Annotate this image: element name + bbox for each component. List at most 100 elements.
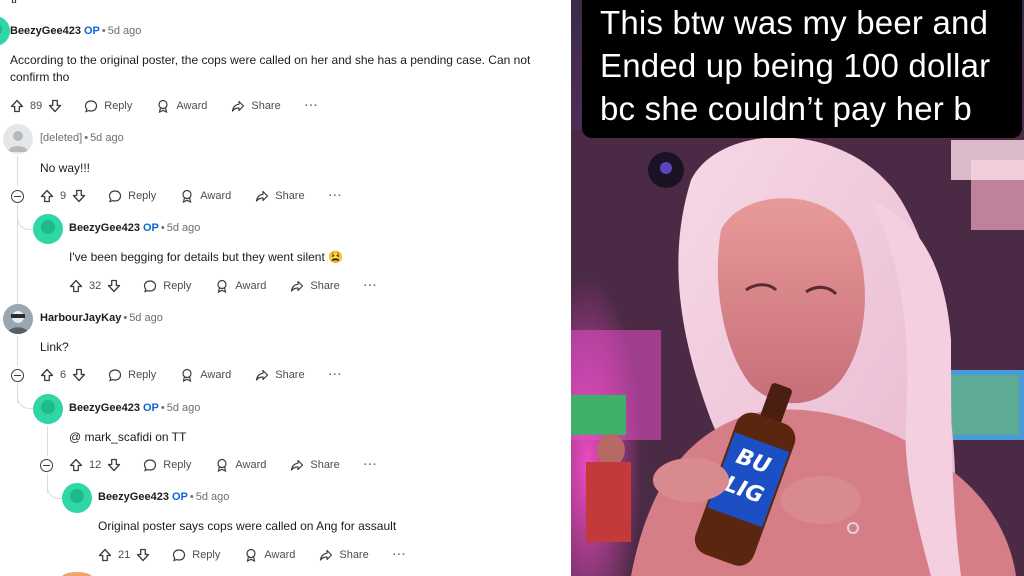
comment-time[interactable]: 5d ago: [129, 312, 163, 324]
more-options-button[interactable]: ···: [364, 459, 378, 471]
vote-count: 12: [89, 459, 102, 471]
video-screenshot: BU LIG This btw was my beer and Ended up…: [571, 0, 1024, 576]
reply-button[interactable]: Reply: [143, 279, 191, 293]
downvote-icon[interactable]: [107, 458, 121, 472]
upvote-icon[interactable]: [40, 368, 54, 382]
deleted-avatar[interactable]: [3, 124, 33, 154]
comment-body: @ mark_scafidi on TT: [69, 430, 187, 444]
share-icon: [319, 548, 333, 562]
award-button[interactable]: Award: [180, 189, 231, 203]
award-icon: [215, 458, 229, 472]
downvote-icon[interactable]: [48, 99, 62, 113]
thread-line: [17, 336, 18, 366]
comment-header: BeezyGee423 OP • 5d ago: [10, 24, 141, 38]
avatar[interactable]: [62, 572, 92, 576]
comment-time[interactable]: 5d ago: [108, 25, 142, 37]
collapse-thread-button[interactable]: [11, 190, 24, 203]
comment-time[interactable]: 5d ago: [90, 132, 124, 144]
reply-icon: [143, 279, 157, 293]
comment-time-separator: •: [189, 491, 194, 503]
comments-panel: BeezyGee423 OP • 5d ago According to the…: [0, 0, 571, 576]
vote-group: 6: [40, 368, 86, 382]
award-label: Award: [200, 369, 232, 381]
vote-group: 9: [40, 189, 86, 203]
avatar[interactable]: [62, 483, 92, 513]
comment-time[interactable]: 5d ago: [196, 491, 230, 503]
share-label: Share: [275, 190, 305, 202]
award-label: Award: [235, 459, 267, 471]
collapse-thread-button[interactable]: [40, 459, 53, 472]
share-button[interactable]: Share: [231, 99, 281, 113]
reply-label: Reply: [192, 549, 221, 561]
more-options-button[interactable]: ···: [329, 369, 343, 381]
downvote-icon[interactable]: [107, 279, 121, 293]
comment-time[interactable]: 5d ago: [167, 222, 201, 234]
comment-author[interactable]: BeezyGee423: [10, 25, 81, 37]
upvote-icon[interactable]: [40, 189, 54, 203]
comment-header: BeezyGee423 OP • 5d ago: [69, 401, 200, 415]
op-badge: OP: [142, 222, 159, 234]
upvote-icon[interactable]: [98, 548, 112, 562]
share-label: Share: [251, 100, 281, 112]
share-button[interactable]: Share: [255, 189, 305, 203]
reply-icon: [108, 189, 122, 203]
collapse-thread-button[interactable]: [11, 369, 24, 382]
reply-button[interactable]: Reply: [108, 368, 156, 382]
reply-button[interactable]: Reply: [143, 458, 191, 472]
award-label: Award: [235, 280, 267, 292]
cutoff-action-row: [6, 0, 66, 4]
upvote-icon[interactable]: [10, 99, 24, 113]
vote-count: 89: [30, 100, 43, 112]
op-badge: OP: [171, 491, 188, 503]
avatar[interactable]: [0, 16, 10, 46]
comment-time[interactable]: 5d ago: [167, 402, 201, 414]
award-button[interactable]: Award: [180, 368, 231, 382]
reply-label: Reply: [104, 100, 133, 112]
award-button[interactable]: Award: [244, 548, 295, 562]
upvote-icon[interactable]: [69, 458, 83, 472]
share-button[interactable]: Share: [290, 279, 340, 293]
upvote-icon[interactable]: [69, 279, 83, 293]
comment-author[interactable]: BeezyGee423: [69, 402, 140, 414]
op-badge: OP: [142, 402, 159, 414]
comment-time-separator: •: [84, 132, 89, 144]
thread-elbow: [17, 383, 33, 409]
comment-author: [deleted]: [40, 132, 83, 144]
thread-line: [47, 426, 48, 456]
share-button[interactable]: Share: [255, 368, 305, 382]
award-button[interactable]: Award: [156, 99, 207, 113]
thread-elbow: [17, 204, 33, 230]
award-label: Award: [176, 100, 208, 112]
downvote-icon[interactable]: [72, 368, 86, 382]
comment-author[interactable]: HarbourJayKay: [40, 312, 121, 324]
downvote-icon[interactable]: [136, 548, 150, 562]
vote-count: 6: [60, 369, 67, 381]
more-options-button[interactable]: ···: [364, 280, 378, 292]
vote-group: 89: [10, 99, 62, 113]
award-button[interactable]: Award: [215, 279, 266, 293]
comment-author[interactable]: BeezyGee423: [69, 222, 140, 234]
share-icon: [255, 368, 269, 382]
share-label: Share: [339, 549, 369, 561]
comment-time-separator: •: [160, 402, 165, 414]
reply-icon: [172, 548, 186, 562]
reply-button[interactable]: Reply: [172, 548, 220, 562]
downvote-icon[interactable]: [72, 189, 86, 203]
more-options-button[interactable]: ···: [305, 100, 319, 112]
reply-button[interactable]: Reply: [84, 99, 132, 113]
comment-body: Original poster says cops were called on…: [98, 519, 397, 533]
share-icon: [290, 458, 304, 472]
award-button[interactable]: Award: [215, 458, 266, 472]
award-icon: [244, 548, 258, 562]
comment-actions: 89 Reply Award Share ···: [10, 97, 319, 115]
share-button[interactable]: Share: [319, 548, 369, 562]
reply-button[interactable]: Reply: [108, 189, 156, 203]
avatar[interactable]: [33, 394, 63, 424]
avatar[interactable]: [3, 304, 33, 334]
avatar[interactable]: [33, 214, 63, 244]
comment-author[interactable]: BeezyGee423: [98, 491, 169, 503]
share-icon: [255, 189, 269, 203]
more-options-button[interactable]: ···: [393, 549, 407, 561]
share-button[interactable]: Share: [290, 458, 340, 472]
more-options-button[interactable]: ···: [329, 190, 343, 202]
